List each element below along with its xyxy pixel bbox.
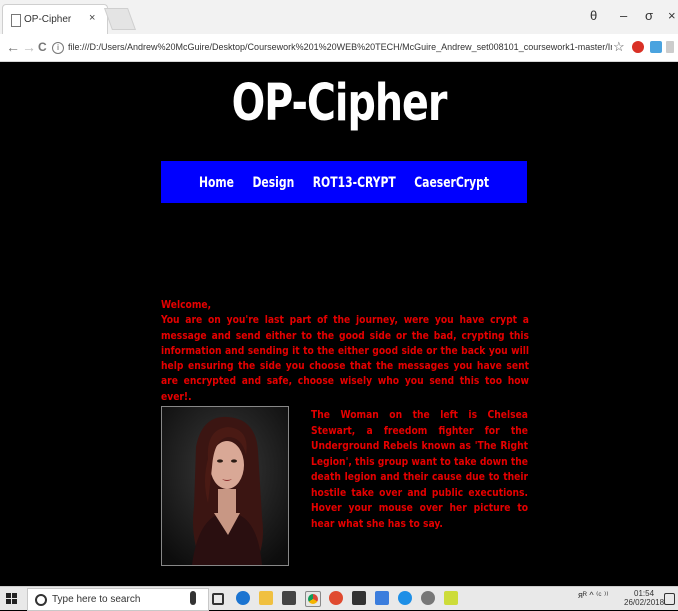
windows-taskbar: Type here to search ᴙᴿ ^ ⁽ᶜ ⁾⁾ 01:54 26/… [0, 586, 678, 611]
windows-start-icon[interactable] [6, 593, 17, 604]
address-bar: ← → C i file:///D:/Users/Andrew%20McGuire… [0, 34, 678, 62]
nav-design[interactable]: Design [252, 157, 294, 207]
minimize-button[interactable]: – [620, 8, 627, 23]
browser-tabstrip: OP-Cipher × θ – σ × [0, 0, 678, 35]
main-navigation: Home Design ROT13-CRYPT CaeserCrypt [161, 161, 527, 203]
url-text: file:///D:/Users/Andrew%20McGuire/Deskto… [68, 42, 612, 52]
nav-caeser-crypt[interactable]: CaeserCrypt [414, 157, 489, 207]
page-icon [11, 14, 21, 27]
system-tray-icons[interactable]: ᴙᴿ ^ ⁽ᶜ ⁾⁾ [578, 590, 608, 601]
skype-icon[interactable] [398, 591, 412, 605]
nav-home[interactable]: Home [199, 157, 234, 207]
reload-button[interactable]: C [38, 39, 47, 55]
tab-title: OP-Cipher [24, 14, 72, 25]
extension-icon[interactable] [650, 41, 662, 53]
url-field[interactable]: i file:///D:/Users/Andrew%20McGuire/Deskt… [52, 38, 612, 56]
chrome-icon[interactable] [305, 591, 321, 607]
taskbar-search[interactable]: Type here to search [27, 588, 209, 611]
mail-icon[interactable] [352, 591, 366, 605]
bookmark-star-icon[interactable]: ☆ [613, 39, 625, 55]
extension-icon-2[interactable] [666, 41, 674, 53]
notifications-icon[interactable] [664, 593, 675, 605]
file-explorer-icon[interactable] [259, 591, 273, 605]
browser-tab[interactable]: OP-Cipher × [2, 4, 108, 35]
character-portrait[interactable] [161, 406, 289, 566]
close-window-button[interactable]: × [668, 8, 676, 23]
intro-paragraph: Welcome, You are on you're last part of … [161, 300, 529, 403]
app-icon[interactable] [329, 591, 343, 605]
store-icon[interactable] [282, 591, 296, 605]
edge-icon[interactable] [236, 591, 250, 605]
forward-button[interactable]: → [22, 39, 36, 55]
intro-text: Welcome, You are on you're last part of … [161, 298, 529, 405]
clock-date: 26/02/2018 [624, 598, 665, 607]
task-view-icon[interactable] [212, 593, 224, 605]
taskbar-clock[interactable]: 01:54 26/02/2018 [624, 589, 664, 607]
page-content: OP-Cipher Home Design ROT13-CRYPT Caeser… [0, 62, 678, 572]
clock-time: 01:54 [634, 589, 655, 598]
microphone-icon[interactable] [190, 591, 196, 605]
woman-portrait-icon [162, 407, 288, 565]
back-button[interactable]: ← [6, 39, 20, 55]
nav-rot13-crypt[interactable]: ROT13-CRYPT [313, 157, 396, 207]
search-placeholder: Type here to search [52, 594, 141, 605]
tab-close-icon[interactable]: × [89, 12, 95, 24]
tool-icon[interactable] [421, 591, 435, 605]
site-title: OP-Cipher [231, 74, 448, 133]
notepad-icon[interactable] [444, 591, 458, 605]
maximize-button[interactable]: σ [645, 8, 653, 23]
profile-icon[interactable]: θ [590, 8, 597, 23]
app-icon-2[interactable] [375, 591, 389, 605]
info-icon[interactable]: i [52, 41, 64, 54]
adblock-extension-icon[interactable] [632, 41, 644, 53]
character-bio: The Woman on the left is Chelsea Stewart… [311, 410, 528, 530]
cortana-icon [35, 594, 47, 606]
new-tab-button[interactable] [103, 8, 137, 30]
